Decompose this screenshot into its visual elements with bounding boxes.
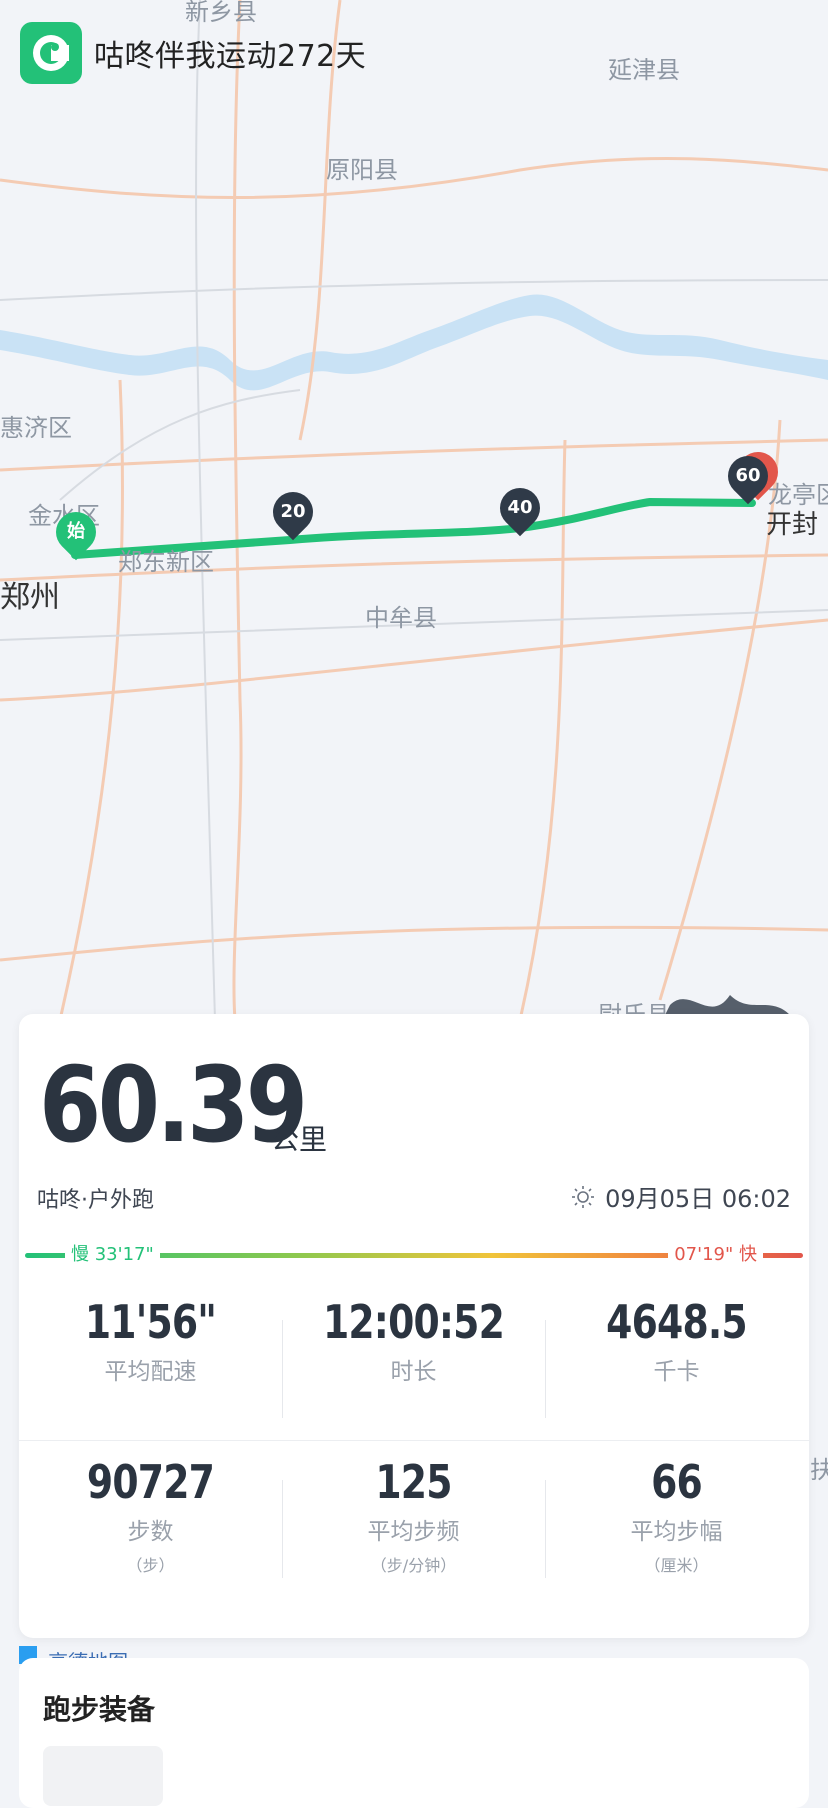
stat-value: 11'56" xyxy=(84,1295,217,1349)
distance-value: 60.39 xyxy=(39,1044,308,1166)
km-marker-40[interactable]: 40 xyxy=(491,479,549,537)
stat-stride: 66 平均步幅 （厘米） xyxy=(545,1454,808,1578)
stats-divider xyxy=(19,1440,809,1441)
workout-summary-card: 60.39 公里 咕咚·户外跑 09月05日 06:02 慢 33'17" 07… xyxy=(19,1014,809,1638)
running-equipment-card[interactable]: 跑步装备 xyxy=(19,1658,809,1808)
stat-steps: 90727 步数 （步） xyxy=(19,1454,282,1576)
datetime-text: 09月05日 06:02 xyxy=(605,1185,791,1213)
stat-value: 125 xyxy=(375,1455,452,1509)
pace-gradient-bar: 慢 33'17" 07'19" 快 xyxy=(25,1240,803,1270)
equipment-thumbnail[interactable] xyxy=(43,1746,163,1806)
distance-unit: 公里 xyxy=(271,1123,328,1156)
map-label: 中牟县 xyxy=(365,604,437,632)
stat-value: 90727 xyxy=(86,1455,215,1509)
stat-label: 时长 xyxy=(390,1359,437,1385)
stat-duration: 12:00:52 时长 xyxy=(282,1294,545,1418)
km-marker-60[interactable]: 60 xyxy=(719,447,777,505)
codoon-logo-icon xyxy=(20,22,82,84)
equipment-title: 跑步装备 xyxy=(43,1693,156,1726)
pace-slow-label: 慢 33'17" xyxy=(65,1240,160,1270)
stat-label: 平均步频 xyxy=(367,1519,460,1545)
stat-unit: （步/分钟） xyxy=(370,1556,457,1575)
stats-row: 11'56" 平均配速 12:00:52 时长 4648.5 千卡 xyxy=(19,1294,809,1418)
city-label-zhengzhou: 郑州 xyxy=(0,580,60,615)
app-header: 咕咚伴我运动272天 xyxy=(20,22,366,84)
km-marker-20[interactable]: 20 xyxy=(264,483,322,541)
sport-type: 咕咚·户外跑 xyxy=(37,1188,154,1213)
pace-fast-label: 07'19" 快 xyxy=(668,1240,763,1270)
map-label: 扶 xyxy=(810,1456,828,1484)
stat-label: 平均配速 xyxy=(104,1359,197,1385)
stats-row: 90727 步数 （步） 125 平均步频 （步/分钟） 66 平均步幅 （厘米… xyxy=(19,1454,809,1578)
stat-value: 12:00:52 xyxy=(322,1295,505,1349)
city-label-kaifeng: 开封 xyxy=(766,510,819,540)
map-label: 原阳县 xyxy=(326,156,398,184)
stat-unit: （厘米） xyxy=(644,1556,709,1575)
map-label: 郑东新区 xyxy=(118,548,214,576)
map-label: 惠济区 xyxy=(0,414,72,442)
stat-label: 千卡 xyxy=(653,1359,700,1385)
stat-cadence: 125 平均步频 （步/分钟） xyxy=(282,1454,545,1578)
stat-calories: 4648.5 千卡 xyxy=(545,1294,808,1418)
stat-label: 步数 xyxy=(127,1519,174,1545)
workout-datetime: 09月05日 06:02 xyxy=(571,1179,791,1214)
app-title: 咕咚伴我运动272天 xyxy=(94,39,367,74)
stat-avg-pace: 11'56" 平均配速 xyxy=(19,1294,282,1386)
map-label: 延津县 xyxy=(608,56,680,84)
stat-unit: （步） xyxy=(126,1556,175,1575)
start-marker[interactable]: 始 xyxy=(47,503,105,561)
stat-value: 66 xyxy=(651,1455,703,1509)
stat-value: 4648.5 xyxy=(606,1295,747,1349)
sun-icon xyxy=(572,1185,595,1208)
stat-label: 平均步幅 xyxy=(630,1519,723,1545)
